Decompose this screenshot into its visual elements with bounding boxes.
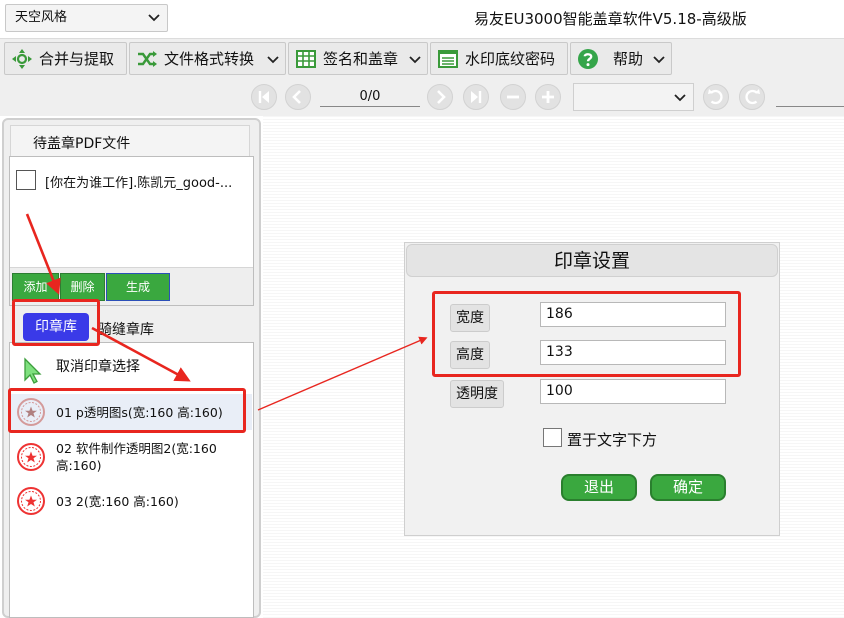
navigation-bar: 0/0 [0,80,844,116]
merge-extract-label: 合并与提取 [39,50,115,68]
rotate-left-icon [708,89,723,105]
watermark-button[interactable]: 水印底纹密码 [430,42,568,75]
opacity-input[interactable]: 100 [540,379,726,404]
cancel-seal-selection[interactable]: 取消印章选择 [10,356,252,386]
chevron-down-icon [148,14,160,22]
chevron-down-icon [409,56,421,64]
annotation-box-size-fields [432,291,741,377]
question-circle-icon [578,48,598,69]
format-convert-button[interactable]: 文件格式转换 [129,42,286,75]
below-text-checkbox[interactable] [543,428,562,447]
seal-item-03[interactable]: 03 2(宽:160 高:160) [10,486,252,516]
shuffle-icon [138,50,157,67]
theme-select-value: 天空风格 [15,10,68,25]
first-page-icon [258,91,269,103]
zoom-out-button[interactable] [500,84,526,110]
generate-button[interactable]: 生成 [106,273,170,301]
list-window-icon [438,49,458,68]
add-button[interactable]: 添加 [12,273,59,301]
help-button[interactable]: 帮助 [570,42,672,75]
rotate-left-button[interactable] [703,84,729,110]
seal-item-label: 03 2(宽:160 高:160) [56,494,179,509]
file-list-item[interactable]: [你在为谁工作].陈凯元_good-... [45,172,232,191]
below-text-label: 置于文字下方 [567,431,658,449]
watermark-label: 水印底纹密码 [465,50,556,68]
rotate-right-button[interactable] [739,84,765,110]
plus-icon [542,91,554,103]
chevron-down-icon [267,56,279,64]
file-checkbox[interactable] [16,170,36,190]
cursor-arrow-icon [24,357,42,384]
chevron-down-icon [674,94,686,102]
seal-item-label: 02 软件制作透明图2(宽:160 高:160) [56,440,217,474]
zoom-in-button[interactable] [535,84,561,110]
grid-table-icon [296,49,316,68]
chevron-right-icon [437,90,446,104]
sign-stamp-button[interactable]: 签名和盖章 [288,42,428,75]
zoom-select[interactable] [573,83,694,111]
format-convert-label: 文件格式转换 [164,50,255,68]
ok-button[interactable]: 确定 [650,474,726,501]
seal-item-label-line2: 高:160) [56,458,102,473]
cancel-seal-selection-label: 取消印章选择 [56,359,140,375]
prev-page-button[interactable] [285,84,311,110]
chevron-left-icon [292,90,301,104]
tab-riding-seal-library[interactable]: 骑缝章库 [98,319,154,339]
search-field-line[interactable] [776,106,844,107]
theme-select[interactable]: 天空风格 [5,4,168,32]
minus-icon [507,95,519,99]
pdf-file-tab[interactable]: 待盖章PDF文件 [10,125,250,157]
red-seal-icon [17,443,45,471]
seal-item-label-line1: 02 软件制作透明图2(宽:160 [56,441,217,456]
next-page-button[interactable] [427,84,453,110]
chevron-down-icon [653,56,665,64]
first-page-button[interactable] [251,84,277,110]
annotation-box-seal-tab [12,299,100,346]
last-page-icon [471,91,482,103]
sign-stamp-label: 签名和盖章 [323,50,399,68]
opacity-label: 透明度 [450,380,504,408]
rotate-right-icon [745,89,760,105]
annotation-box-seal-item [8,388,246,433]
toolbar: 合并与提取 文件格式转换 签名和盖章 水印底纹密码 帮助 [0,38,844,80]
red-seal-icon [17,487,45,515]
move-arrows-icon [12,48,32,69]
exit-button[interactable]: 退出 [561,474,637,501]
dialog-title: 印章设置 [406,244,778,277]
delete-button[interactable]: 删除 [60,273,105,301]
seal-item-02[interactable]: 02 软件制作透明图2(宽:160 高:160) [10,440,252,474]
app-title: 易友EU3000智能盖章软件V5.18-高级版 [474,10,747,28]
last-page-button[interactable] [463,84,489,110]
page-indicator[interactable]: 0/0 [320,87,420,107]
merge-extract-button[interactable]: 合并与提取 [4,42,127,75]
help-label: 帮助 [613,50,644,68]
